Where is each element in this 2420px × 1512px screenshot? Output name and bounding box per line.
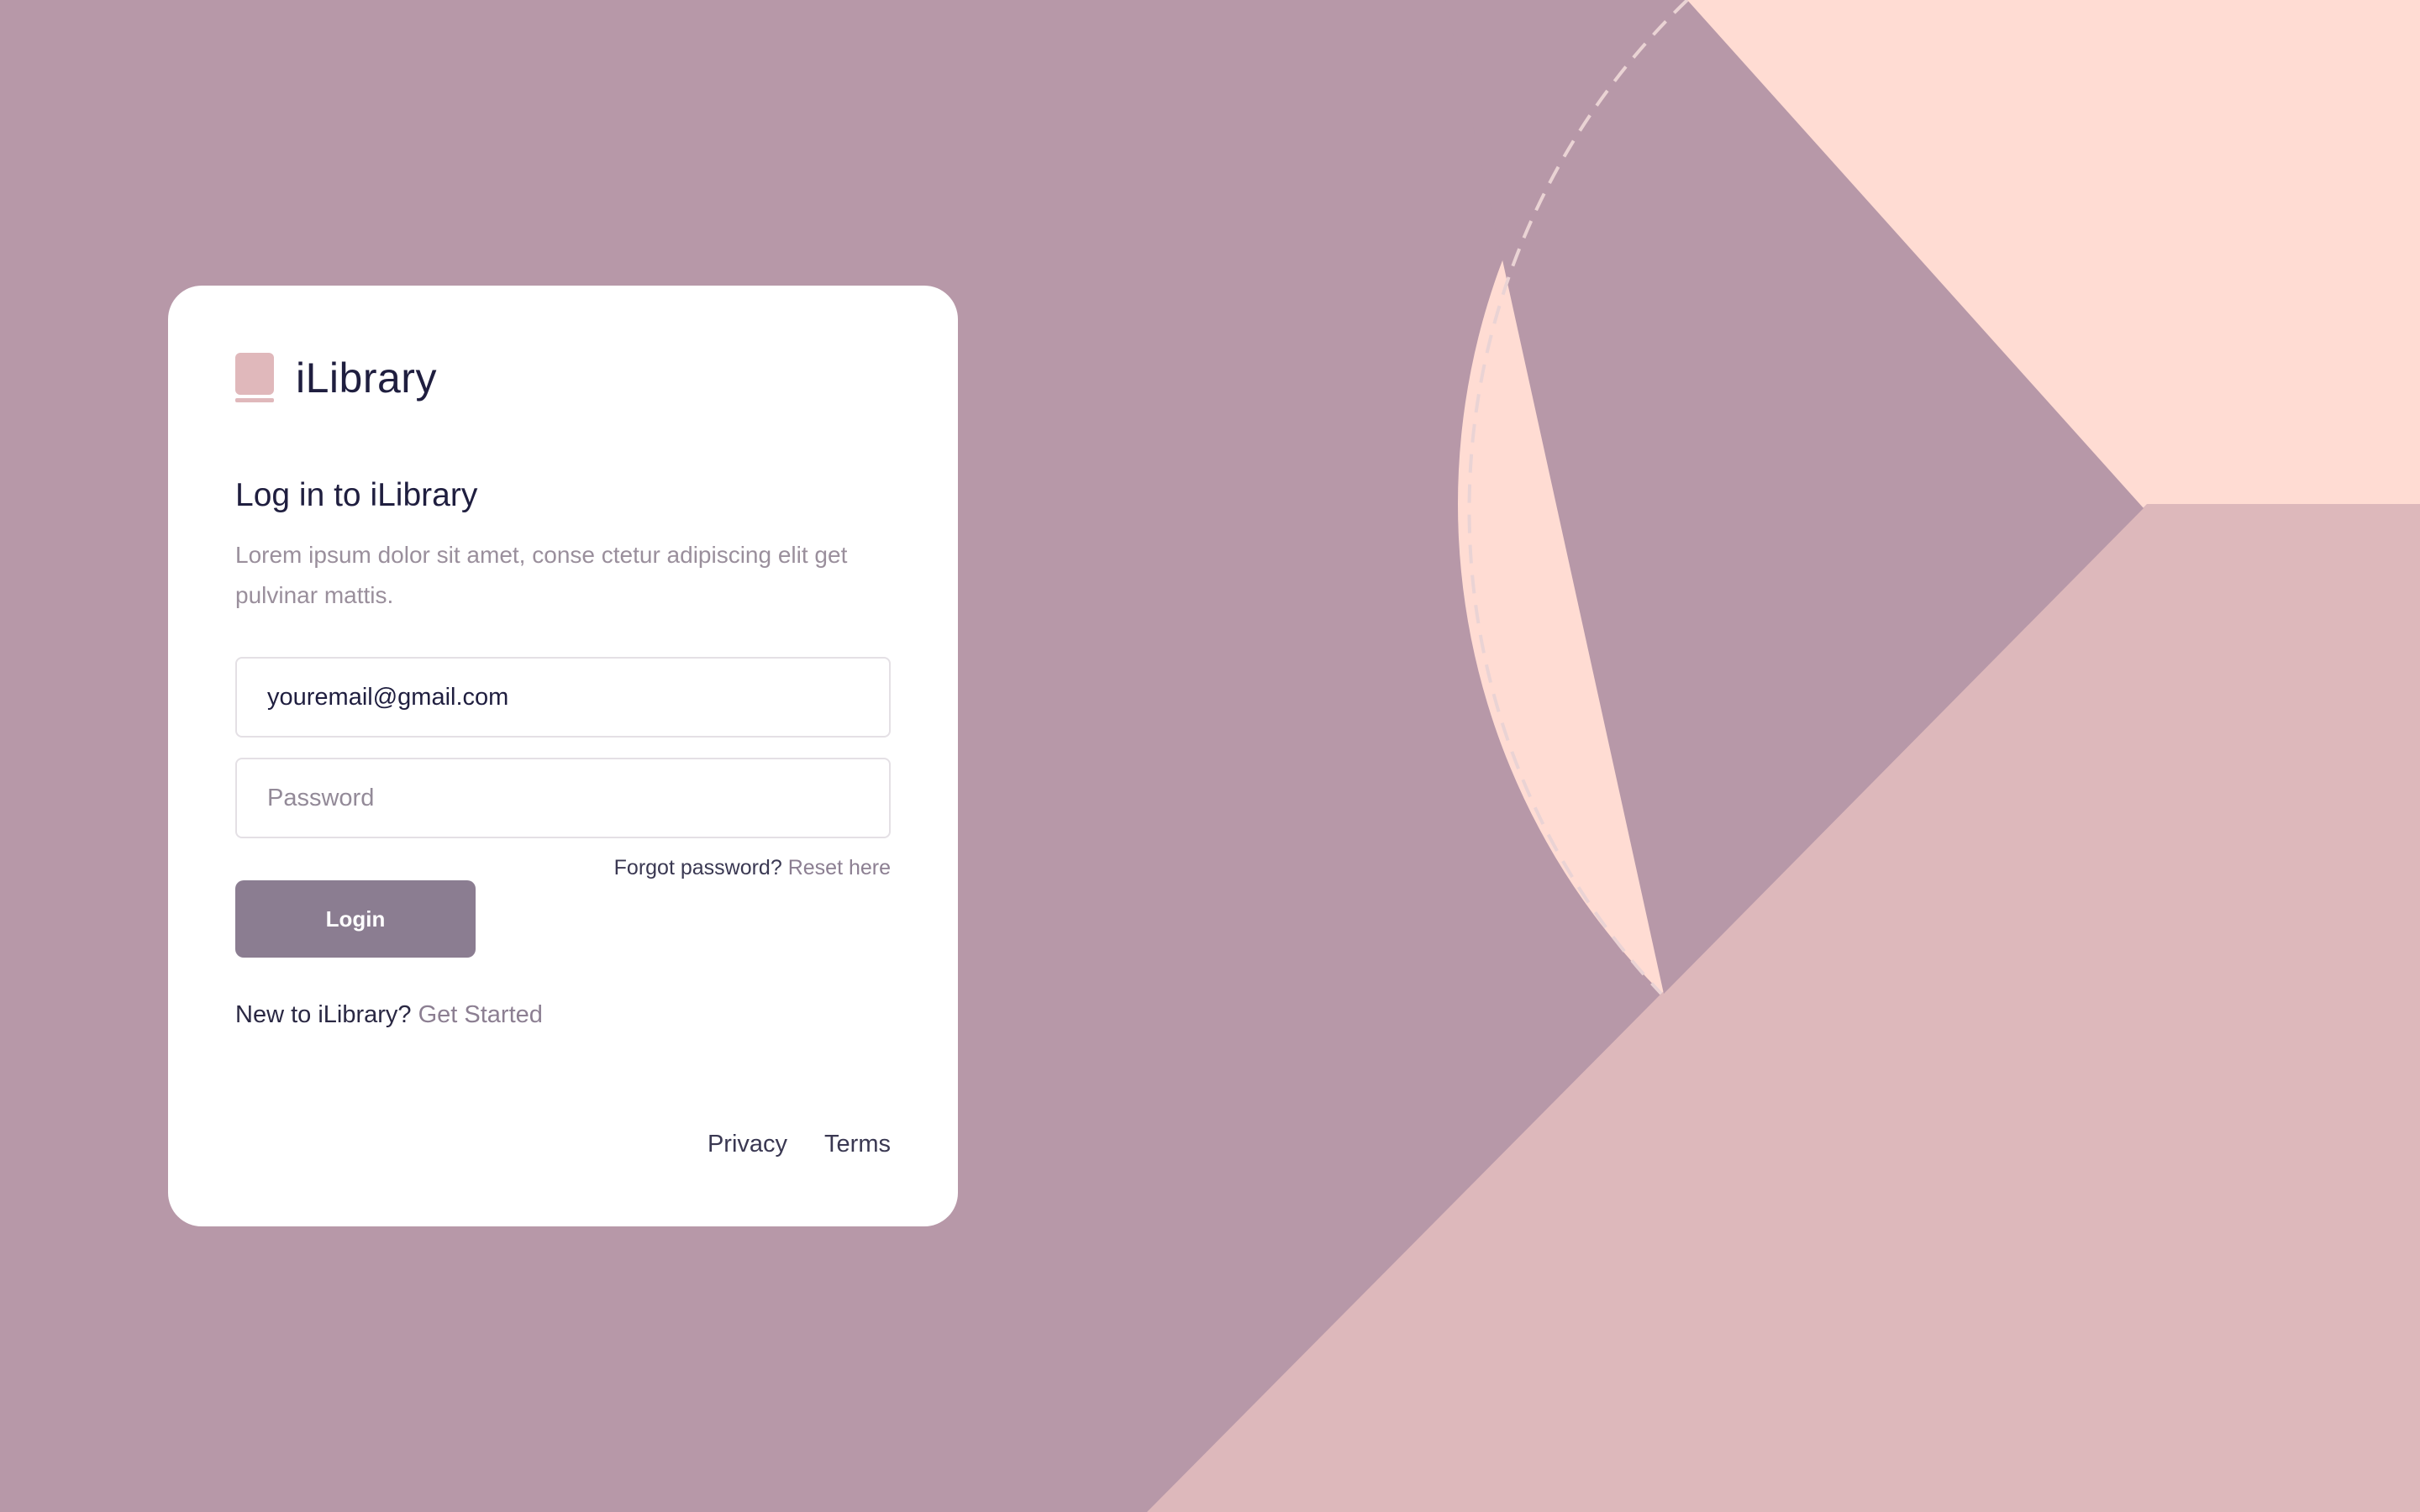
terms-link[interactable]: Terms	[824, 1127, 891, 1161]
app-logo: iLibrary	[235, 353, 437, 403]
book-icon	[235, 353, 274, 402]
privacy-link[interactable]: Privacy	[708, 1127, 787, 1161]
forgot-password-row: Forgot password? Reset here	[614, 853, 891, 882]
login-card: iLibrary Log in to iLibrary Lorem ipsum …	[168, 286, 958, 1226]
page-title: Log in to iLibrary	[235, 477, 478, 513]
reset-password-link[interactable]: Reset here	[788, 856, 891, 879]
signup-row: New to iLibrary? Get Started	[235, 998, 543, 1032]
signup-text: New to iLibrary?	[235, 1001, 412, 1028]
login-button[interactable]: Login	[235, 880, 476, 958]
get-started-link[interactable]: Get Started	[418, 1001, 543, 1028]
password-field[interactable]	[235, 758, 891, 838]
footer-links: Privacy Terms	[708, 1127, 891, 1161]
page-subtitle: Lorem ipsum dolor sit amet, conse ctetur…	[235, 542, 848, 608]
email-field[interactable]	[235, 657, 891, 738]
app-name: iLibrary	[296, 354, 437, 402]
login-page: iLibrary Log in to iLibrary Lorem ipsum …	[0, 0, 2420, 1512]
forgot-password-text: Forgot password?	[613, 856, 782, 879]
